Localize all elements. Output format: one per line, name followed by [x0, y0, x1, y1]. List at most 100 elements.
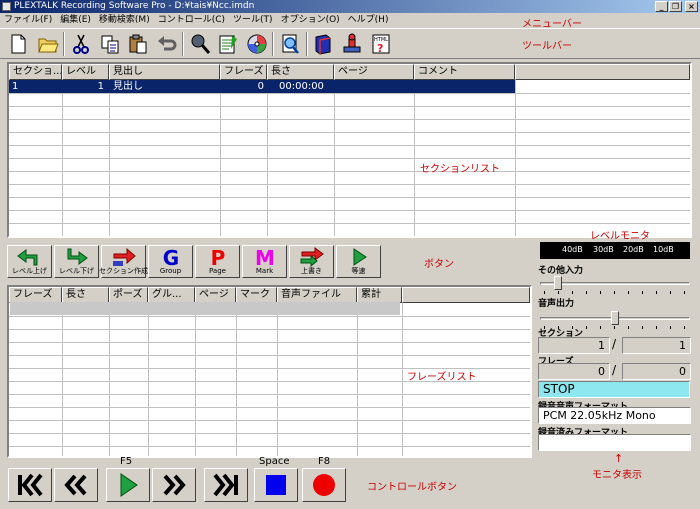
col-group[interactable]: グル... [148, 287, 195, 303]
record-icon [313, 474, 335, 496]
group-button[interactable]: G Group [148, 245, 193, 278]
menu-bar: ファイル(F) 編集(E) 移動検索(M) コントロール(C) ツール(T) オ… [0, 13, 700, 27]
col-mark[interactable]: マーク [236, 287, 277, 303]
open-folder-icon[interactable] [34, 31, 62, 57]
slider-tick [614, 291, 615, 294]
col-length[interactable]: 長さ [267, 64, 334, 80]
mark-label: Mark [255, 267, 274, 275]
section-total-field: 1 [622, 337, 691, 354]
mark-button[interactable]: M Mark [242, 245, 287, 278]
col-cumulative[interactable]: 累計 [357, 287, 402, 303]
normal-speed-label: 等速 [351, 267, 366, 275]
col-phrase[interactable]: フレーズ [9, 287, 62, 303]
annotation-buttons: ボタン [424, 259, 454, 270]
create-section-icon [112, 247, 136, 266]
col-section[interactable]: セクショ... [9, 64, 62, 80]
col-heading[interactable]: 見出し [109, 64, 220, 80]
col-phrases[interactable]: フレーズ [220, 64, 267, 80]
stop-icon [266, 475, 286, 495]
meter-label-20: 20dB [623, 245, 644, 254]
record-button[interactable] [302, 468, 346, 502]
slider-tick [572, 291, 573, 294]
slider-tick [544, 291, 545, 294]
copy-icon[interactable] [96, 31, 124, 57]
slider-tick [628, 291, 629, 294]
create-section-button[interactable]: セクション作成 [99, 245, 148, 278]
other-input-slider[interactable] [540, 282, 690, 285]
annotation-arrow: ↑ [614, 452, 624, 465]
other-input-slider-thumb[interactable] [554, 276, 562, 290]
slider-tick [558, 291, 559, 294]
overwrite-button[interactable]: 上書き [289, 245, 334, 278]
minimize-button[interactable]: _ [655, 1, 668, 12]
level-up-button[interactable]: レベル上げ [7, 245, 52, 278]
col-pause[interactable]: ポーズ [109, 287, 148, 303]
search-doc-icon[interactable] [276, 31, 304, 57]
skip-to-start-icon [18, 473, 43, 497]
normal-speed-icon [353, 248, 367, 266]
annotation-toolbar: ツールバー [522, 41, 572, 52]
slider-tick [600, 291, 601, 294]
play-button[interactable] [106, 468, 150, 502]
menu-help[interactable]: ヘルプ(H) [344, 13, 393, 27]
audio-output-label: 音声出力 [538, 299, 575, 309]
title-bar: PLEXTALK Recording Software Pro - D:¥tai… [0, 0, 700, 13]
menu-edit[interactable]: 編集(E) [56, 13, 95, 27]
col-page[interactable]: ページ [334, 64, 414, 80]
menu-control[interactable]: コントロール(C) [154, 13, 229, 27]
microphone-icon[interactable] [186, 31, 214, 57]
annotation-control-buttons: コントロールボタン [367, 482, 457, 493]
section-list[interactable]: セクショ... レベル 見出し フレーズ 長さ ページ コメント 1 1 見出し… [7, 62, 692, 238]
col-level[interactable]: レベル [62, 64, 109, 80]
page-label: Page [209, 267, 226, 275]
restore-button[interactable]: ❐ [669, 1, 682, 12]
table-row[interactable]: 1 1 見出し 0 00:00:00 [9, 80, 515, 93]
html-help-icon[interactable]: HTML? [367, 31, 395, 57]
page-button[interactable]: P Page [195, 245, 240, 278]
paste-icon[interactable] [124, 31, 152, 57]
skip-to-end-button[interactable] [204, 468, 248, 502]
stamp-icon[interactable] [338, 31, 366, 57]
fast-forward-button[interactable] [152, 468, 196, 502]
record-key-label: F8 [318, 456, 331, 467]
mark-icon: M [255, 247, 275, 267]
slider-tick [628, 326, 629, 329]
menu-file[interactable]: ファイル(F) [0, 13, 56, 27]
slider-tick [642, 291, 643, 294]
new-file-icon[interactable] [4, 31, 32, 57]
disc-icon[interactable] [243, 31, 271, 57]
slider-tick [642, 326, 643, 329]
stop-button[interactable] [254, 468, 298, 502]
app-icon [2, 2, 11, 11]
normal-speed-button[interactable]: 等速 [336, 245, 381, 278]
annotation-level-monitor: レベルモニタ [590, 231, 650, 242]
group-icon: G [162, 247, 178, 267]
undo-icon[interactable] [153, 31, 181, 57]
skip-to-start-button[interactable] [8, 468, 52, 502]
book-icon[interactable] [309, 31, 337, 57]
rewind-button[interactable] [54, 468, 98, 502]
play-key-label: F5 [120, 456, 133, 467]
other-input-label: その他入力 [538, 266, 584, 276]
menu-options[interactable]: オプション(O) [277, 13, 344, 27]
audio-output-slider-thumb[interactable] [611, 311, 619, 325]
close-button[interactable]: × [685, 1, 698, 12]
slider-tick [586, 326, 587, 329]
col-phrase-page[interactable]: ページ [195, 287, 236, 303]
meter-label-10: 10dB [653, 245, 674, 254]
rewind-icon [64, 474, 87, 496]
menu-navigate[interactable]: 移動検索(M) [95, 13, 154, 27]
cell-level: 1 [97, 81, 104, 92]
book-edit-icon[interactable] [214, 31, 242, 57]
col-comment[interactable]: コメント [414, 64, 515, 80]
phrase-total-field: 0 [622, 363, 691, 380]
level-down-button[interactable]: レベル下げ [54, 245, 99, 278]
slider-tick [670, 291, 671, 294]
create-section-label: セクション作成 [99, 267, 148, 275]
col-audio-file[interactable]: 音声ファイル [277, 287, 357, 303]
cut-icon[interactable] [67, 31, 95, 57]
menu-tools[interactable]: ツール(T) [229, 13, 277, 27]
level-meter: 40dB 30dB 20dB 10dB [540, 242, 690, 259]
skip-to-end-icon [213, 473, 238, 497]
col-phrase-length[interactable]: 長さ [62, 287, 109, 303]
